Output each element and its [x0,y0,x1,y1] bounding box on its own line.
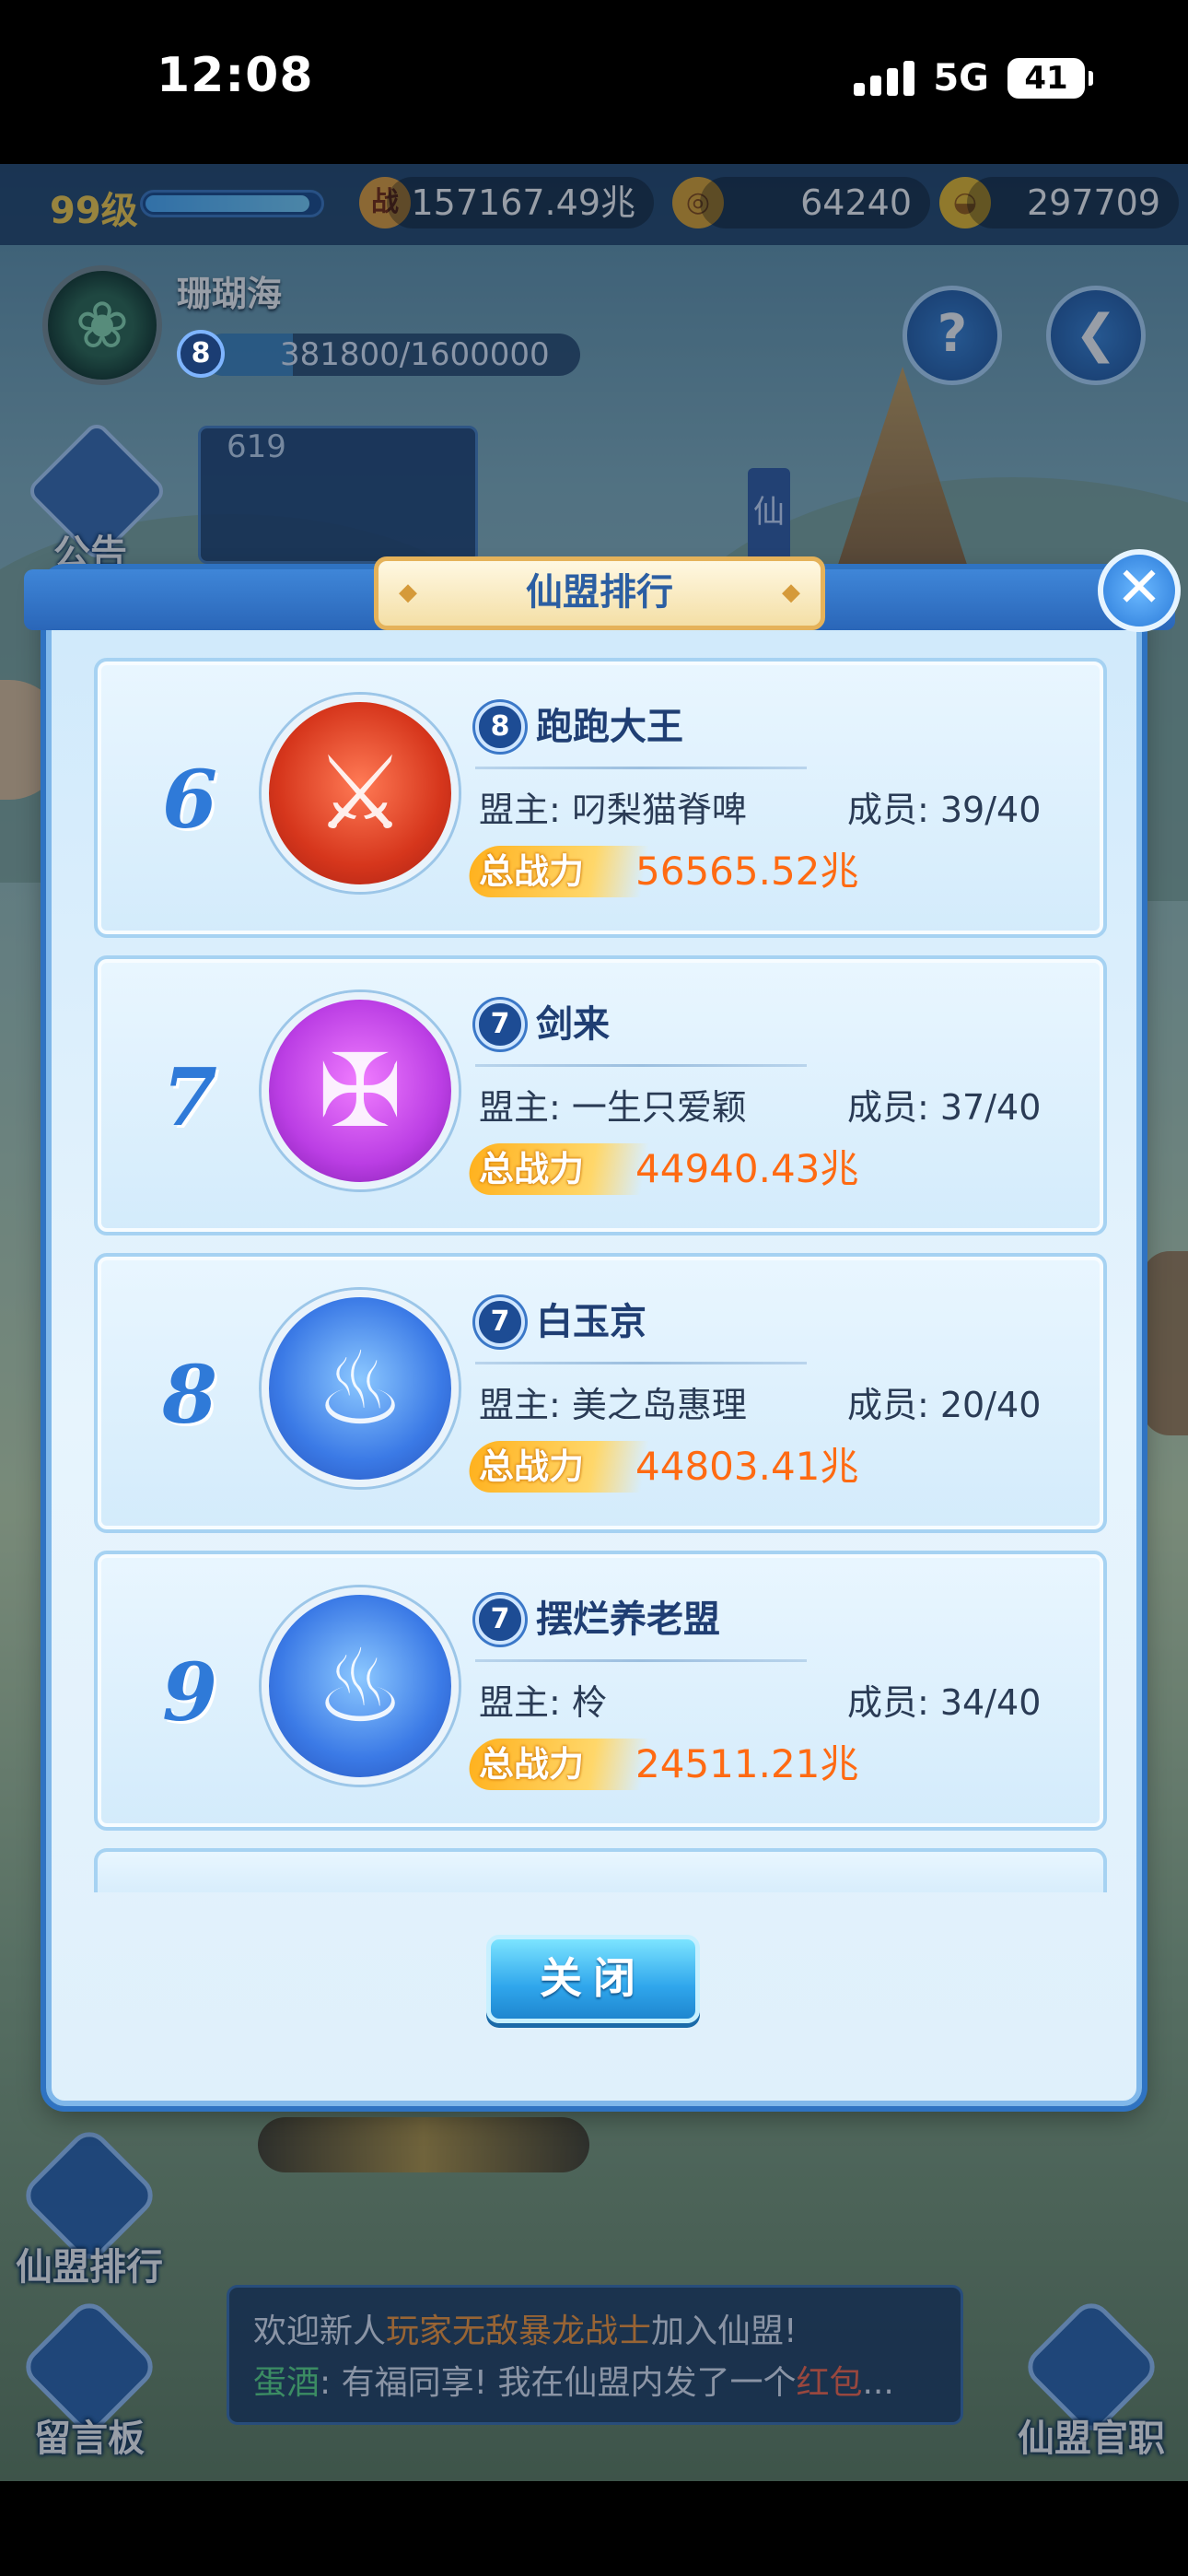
close-button[interactable]: 关闭 [486,1935,700,2023]
divider [475,1362,807,1364]
member-count: 成员: 34/40 [847,1682,1042,1723]
total-power-value: 44803.41兆 [635,1444,859,1489]
alliance-leader: 盟主: 叼梨猫脊啤 [479,790,747,830]
alliance-name: 摆烂养老盟 [536,1598,720,1641]
cloud-crest-icon: ♨ [262,1290,459,1487]
close-icon[interactable]: ✕ [1098,549,1181,632]
divider [475,767,807,769]
rank-number: 7 [162,1051,217,1144]
cloud-crest-icon: ♨ [262,1587,459,1785]
total-power-label: 总战力 [479,1149,585,1189]
member-count: 成员: 37/40 [847,1087,1042,1128]
sword-crest-icon: ✠ [262,992,459,1189]
total-power-label: 总战力 [479,1744,585,1785]
ranking-card[interactable]: 9 ♨ 7 摆烂养老盟盟主: 柃 成员: 34/40 总战力 24511.21兆 [94,1551,1107,1831]
total-power-label: 总战力 [479,851,585,892]
swords-crest-icon: ⚔ [262,695,459,892]
alliance-level-badge: 7 [475,1000,525,1049]
member-count: 成员: 20/40 [847,1385,1042,1425]
alliance-level-badge: 7 [475,1297,525,1347]
alliance-name: 跑跑大王 [536,706,683,748]
home-indicator-area [0,2481,1188,2576]
dialog-title: 仙盟排行 [374,556,825,630]
divider [475,1659,807,1662]
ranking-card[interactable]: 7 ✠ 7 剑来盟主: 一生只爱颖 成员: 37/40 总战力 44940.43兆 [94,955,1107,1235]
ranking-card[interactable]: 6 ⚔ 8 跑跑大王盟主: 叼梨猫脊啤 成员: 39/40 总战力 56565.52兆 [94,658,1107,938]
member-count: 成员: 39/40 [847,790,1042,830]
ranking-card[interactable]: 8 ♨ 7 白玉京盟主: 美之岛惠理 成员: 20/40 总战力 44803.41兆 [94,1253,1107,1533]
ranking-card-partial [94,1848,1107,1892]
alliance-leader: 盟主: 一生只爱颖 [479,1087,747,1128]
status-time: 12:08 [157,48,314,103]
alliance-ranking-dialog: 仙盟排行 ✕ 6 ⚔ 8 跑跑大王盟主: 叼梨猫脊啤 成员: 39/40 总战力 56565… [24,549,1181,2106]
alliance-leader: 盟主: 美之岛惠理 [479,1385,747,1425]
alliance-name: 白玉京 [536,1301,646,1343]
alliance-name: 剑来 [536,1003,610,1046]
alliance-leader: 盟主: 柃 [479,1682,607,1723]
alliance-level-badge: 8 [475,702,525,752]
ranking-list[interactable]: 6 ⚔ 8 跑跑大王 盟主: 叼梨猫脊啤 成员: 39/40 总战力 56565.52兆 7 ✠ 7… [94,658,1107,1892]
status-icons: 5G 41 [854,57,1093,100]
alliance-level-badge: 7 [475,1595,525,1645]
total-power-value: 24511.21兆 [635,1741,859,1786]
divider [475,1064,807,1067]
battery-icon: 41 [1007,58,1093,99]
status-bar: 12:08 5G 41 [0,0,1188,164]
total-power-label: 总战力 [479,1446,585,1487]
total-power-value: 56565.52兆 [635,849,859,894]
rank-number: 6 [162,754,217,847]
total-power-value: 44940.43兆 [635,1146,859,1191]
rank-number: 8 [162,1349,217,1442]
network-type: 5G [933,57,989,100]
rank-number: 9 [162,1646,217,1739]
cellular-signal-icon [854,61,915,96]
alliance-level-badge: 8 [177,330,225,378]
